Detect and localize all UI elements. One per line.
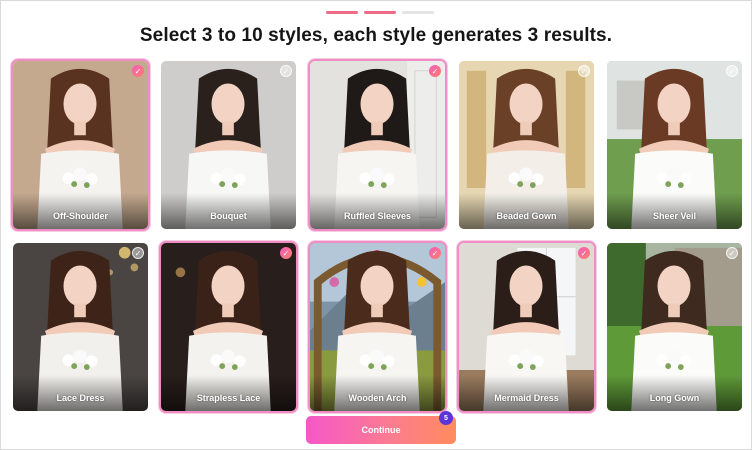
progress-indicator xyxy=(326,11,434,14)
style-card[interactable]: Long Gown ✓ xyxy=(605,241,744,413)
style-label: Ruffled Sleeves xyxy=(343,211,412,221)
style-label: Long Gown xyxy=(649,393,700,403)
continue-button[interactable]: Continue xyxy=(306,416,456,444)
unchecked-icon[interactable]: ✓ xyxy=(280,65,292,77)
style-card[interactable]: Off-Shoulder ✓ xyxy=(11,59,150,231)
progress-step xyxy=(326,11,358,14)
checkmark-icon[interactable]: ✓ xyxy=(578,247,590,259)
progress-step xyxy=(402,11,434,14)
unchecked-icon[interactable]: ✓ xyxy=(726,247,738,259)
style-card[interactable]: Strapless Lace ✓ xyxy=(159,241,298,413)
checkmark-icon[interactable]: ✓ xyxy=(429,247,441,259)
style-card[interactable]: Ruffled Sleeves ✓ xyxy=(308,59,447,231)
style-label: Sheer Veil xyxy=(652,211,697,221)
style-card[interactable]: Mermaid Dress ✓ xyxy=(457,241,596,413)
style-label: Strapless Lace xyxy=(196,393,261,403)
page-title: Select 3 to 10 styles, each style genera… xyxy=(139,25,613,46)
checkmark-icon[interactable]: ✓ xyxy=(280,247,292,259)
unchecked-icon[interactable]: ✓ xyxy=(132,247,144,259)
style-card[interactable]: Sheer Veil ✓ xyxy=(605,59,744,231)
style-card[interactable]: Lace Dress ✓ xyxy=(11,241,150,413)
selected-count-badge: 5 xyxy=(439,411,453,425)
progress-step xyxy=(364,11,396,14)
unchecked-icon[interactable]: ✓ xyxy=(578,65,590,77)
checkmark-icon[interactable]: ✓ xyxy=(429,65,441,77)
style-grid: Off-Shoulder ✓ Bouquet ✓ Ruffled Sleeves ✓ … xyxy=(11,59,744,413)
style-label: Off-Shoulder xyxy=(53,211,108,221)
checkmark-icon[interactable]: ✓ xyxy=(132,65,144,77)
style-label: Wooden Arch xyxy=(348,393,407,403)
style-label: Bouquet xyxy=(210,211,247,221)
unchecked-icon[interactable]: ✓ xyxy=(726,65,738,77)
style-label: Lace Dress xyxy=(56,393,105,403)
style-label: Beaded Gown xyxy=(496,211,557,221)
style-label: Mermaid Dress xyxy=(494,393,559,403)
style-card[interactable]: Wooden Arch ✓ xyxy=(308,241,447,413)
style-card[interactable]: Bouquet ✓ xyxy=(159,59,298,231)
style-card[interactable]: Beaded Gown ✓ xyxy=(457,59,596,231)
